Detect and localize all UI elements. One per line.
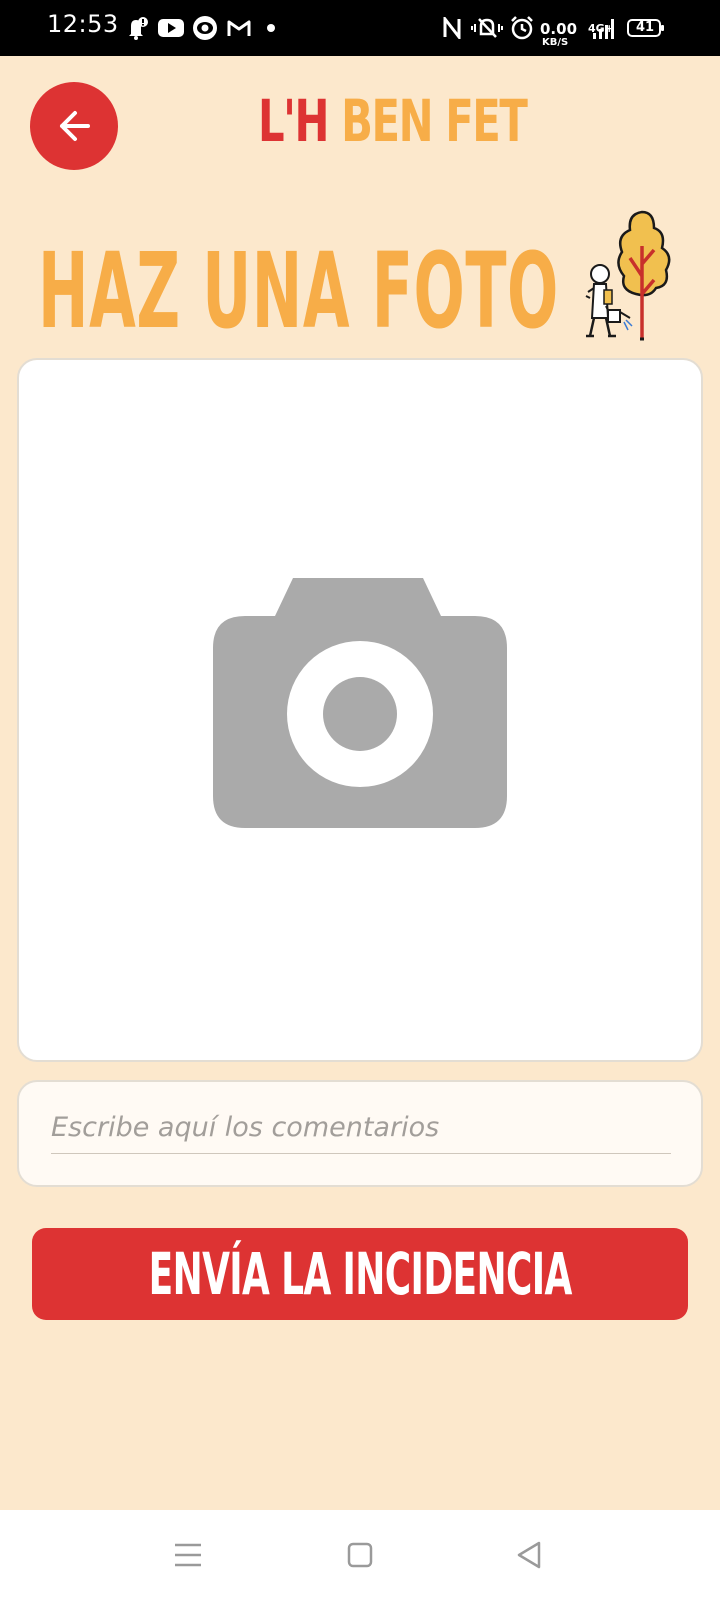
network-unit: KB/S: [542, 37, 569, 48]
nfc-icon: [440, 0, 464, 56]
app-logo: L'H BEN FET: [258, 86, 528, 156]
page-title: HAZ UNA FOTO: [38, 230, 559, 352]
logo-part-1: L'H: [258, 87, 329, 155]
back-button[interactable]: [30, 82, 118, 170]
dot-icon: [264, 0, 278, 56]
submit-button-label: ENVÍA LA INCIDENCIA: [148, 1240, 572, 1308]
photo-picker[interactable]: [17, 358, 703, 1062]
battery-level: 41: [636, 20, 655, 35]
browser-icon: [191, 0, 219, 56]
arrow-left-icon: [60, 111, 90, 141]
back-icon[interactable]: [500, 1530, 560, 1580]
submit-incident-button[interactable]: ENVÍA LA INCIDENCIA: [32, 1228, 688, 1320]
comment-card: [17, 1080, 703, 1187]
home-icon[interactable]: [330, 1530, 390, 1580]
camera-icon: [213, 578, 507, 828]
vibrate-icon: [470, 0, 504, 56]
comment-input[interactable]: [51, 1102, 671, 1154]
notification-alert-icon: [122, 0, 150, 56]
status-bar: 12:53 0.00 KB/S 4G+ 41: [0, 0, 720, 56]
youtube-icon: [157, 0, 185, 56]
signal-icon: [588, 0, 616, 56]
network-speed: 0.00: [540, 20, 578, 38]
menu-icon[interactable]: [158, 1530, 218, 1580]
system-nav-bar: [0, 1510, 720, 1600]
logo-part-2: BEN FET: [341, 87, 528, 155]
status-time: 12:53: [47, 10, 119, 38]
gardener-illustration: [585, 210, 671, 341]
gmail-icon: [225, 0, 253, 56]
alarm-icon: [508, 0, 536, 56]
